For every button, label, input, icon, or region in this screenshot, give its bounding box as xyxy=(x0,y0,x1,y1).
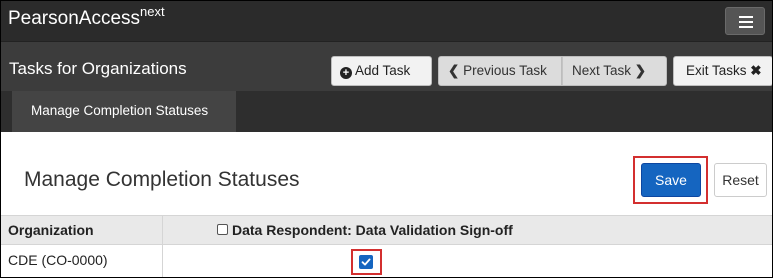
chevron-left-icon: ❮ xyxy=(448,63,460,78)
hamburger-menu-icon-bar xyxy=(739,26,753,28)
exit-tasks-button[interactable]: Exit Tasks ✖ xyxy=(673,56,772,86)
tab-label: Manage Completion Statuses xyxy=(31,103,209,118)
save-button[interactable]: Save xyxy=(641,163,701,197)
sub-navigation: Manage Completion Statuses xyxy=(1,91,772,132)
close-icon: ✖ xyxy=(750,63,762,78)
hamburger-menu-icon xyxy=(739,16,753,18)
task-bar-title: Tasks for Organizations xyxy=(9,59,187,78)
app-window: PearsonAccessnext Tasks for Organization… xyxy=(0,0,773,278)
hamburger-menu-icon-bar xyxy=(739,21,753,23)
brand-superscript: next xyxy=(140,4,165,19)
menu-button[interactable] xyxy=(725,7,765,35)
plus-circle-icon: + xyxy=(340,67,352,79)
add-task-label: Add Task xyxy=(355,63,411,78)
previous-task-label: Previous Task xyxy=(463,63,547,78)
task-bar: Tasks for Organizations + Add Task ❮ Prev… xyxy=(1,41,772,91)
next-task-label: Next Task xyxy=(572,63,632,78)
checkmark-icon xyxy=(361,258,371,266)
signoff-checkbox[interactable] xyxy=(359,255,373,269)
previous-task-button[interactable]: ❮ Previous Task xyxy=(438,56,562,86)
brand-name: PearsonAccess xyxy=(8,8,141,29)
next-task-button[interactable]: Next Task ❯ xyxy=(562,56,667,86)
column-header-organization[interactable]: Organization xyxy=(8,222,94,238)
column-header-signoff: Data Respondent: Data Validation Sign-of… xyxy=(232,222,513,238)
table-cell-organization: CDE (CO-0000) xyxy=(8,252,108,268)
top-app-bar: PearsonAccessnext xyxy=(1,1,772,41)
select-all-checkbox[interactable] xyxy=(217,224,228,235)
reset-button[interactable]: Reset xyxy=(714,163,767,197)
brand-logo[interactable]: PearsonAccessnext xyxy=(8,4,165,32)
chevron-right-icon: ❯ xyxy=(634,63,647,78)
tab-manage-completion-statuses[interactable]: Manage Completion Statuses xyxy=(12,91,236,132)
page-title: Manage Completion Statuses xyxy=(24,168,300,191)
exit-tasks-label: Exit Tasks xyxy=(686,63,747,78)
add-task-button[interactable]: + Add Task xyxy=(331,56,432,86)
column-divider xyxy=(162,215,163,277)
